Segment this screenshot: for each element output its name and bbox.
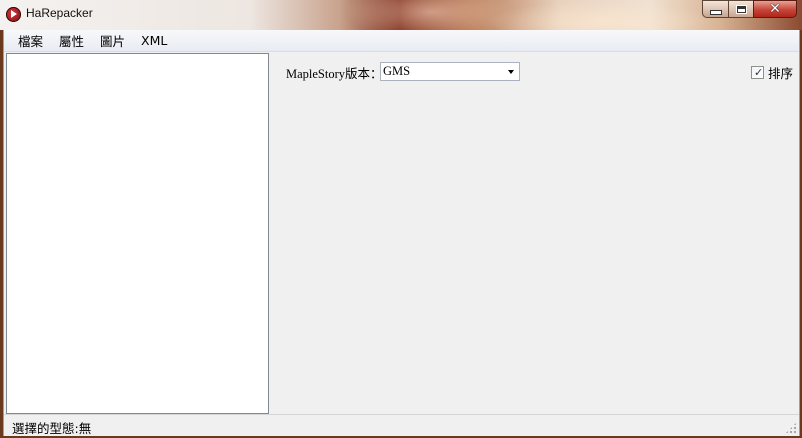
application-window: HaRepacker ✕ 檔案 屬性 圖片 XML MapleStory版本： … xyxy=(0,0,802,438)
main-panel: MapleStory版本： GMS ✓ 排序 xyxy=(273,53,799,414)
minimize-button[interactable] xyxy=(702,0,728,18)
sort-option: ✓ 排序 xyxy=(751,63,793,82)
version-label: MapleStory版本： xyxy=(286,67,383,81)
version-selected-value: GMS xyxy=(383,64,411,78)
sort-checkbox[interactable]: ✓ xyxy=(751,66,764,79)
version-dropdown[interactable]: GMS xyxy=(380,62,520,81)
resize-grip-icon[interactable] xyxy=(785,422,797,434)
minimize-icon xyxy=(709,9,722,15)
client-area: 檔案 屬性 圖片 XML MapleStory版本： GMS ✓ 排序 選擇的型… xyxy=(3,30,800,436)
menu-properties[interactable]: 屬性 xyxy=(52,29,91,52)
menu-image[interactable]: 圖片 xyxy=(93,29,132,52)
sort-label[interactable]: 排序 xyxy=(768,63,793,82)
window-title: HaRepacker xyxy=(26,6,93,20)
maximize-icon xyxy=(735,4,747,14)
maximize-button[interactable] xyxy=(728,0,753,18)
app-icon[interactable] xyxy=(6,7,21,22)
status-bar: 選擇的型態:無 xyxy=(4,414,799,436)
close-icon: ✕ xyxy=(769,1,781,17)
menu-file[interactable]: 檔案 xyxy=(11,29,50,52)
close-button[interactable]: ✕ xyxy=(753,0,797,18)
dropdown-arrow-icon xyxy=(508,70,514,74)
checkmark-icon: ✓ xyxy=(754,66,764,79)
wz-tree-view[interactable] xyxy=(6,53,269,414)
caption-buttons: ✕ xyxy=(702,0,797,19)
menu-xml[interactable]: XML xyxy=(134,31,174,50)
menu-bar: 檔案 屬性 圖片 XML xyxy=(4,30,799,52)
status-text: 選擇的型態:無 xyxy=(12,421,92,436)
title-bar[interactable]: HaRepacker ✕ xyxy=(0,0,802,30)
